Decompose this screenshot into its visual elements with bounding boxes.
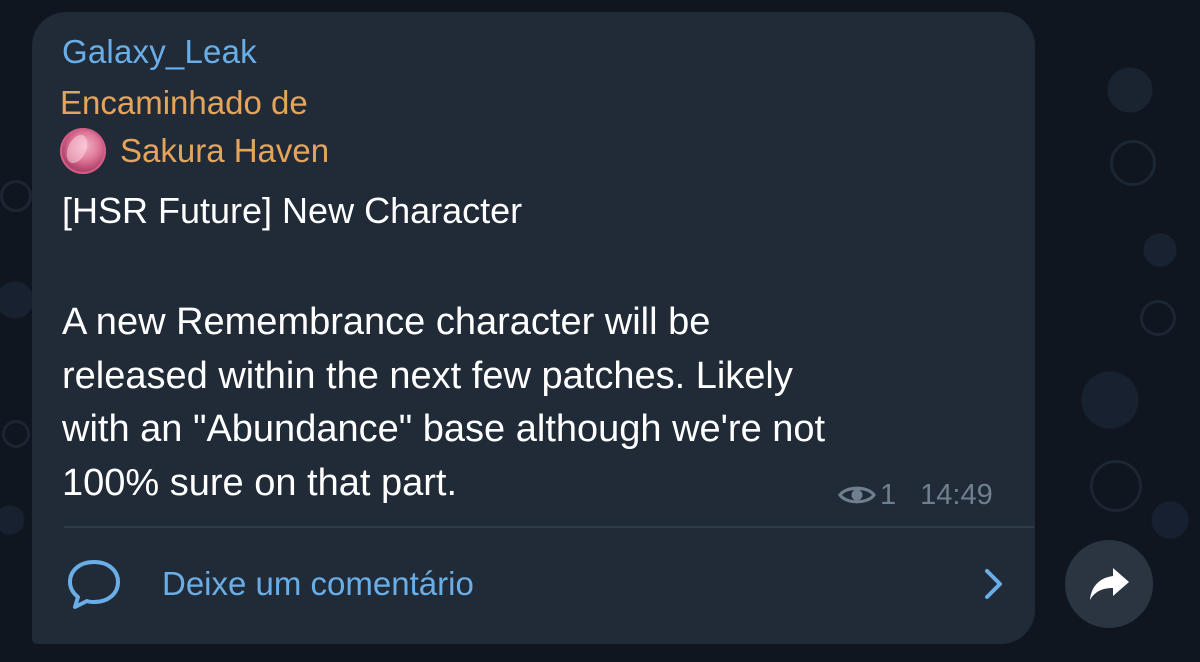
message-title: [HSR Future] New Character (62, 190, 523, 231)
forwarded-source-name[interactable]: Sakura Haven (120, 132, 329, 170)
background-doodle (1090, 460, 1142, 512)
sender-name[interactable]: Galaxy_Leak (62, 33, 257, 71)
share-button[interactable] (1065, 540, 1153, 628)
message-body-line: A new Remembrance character will be (62, 301, 711, 343)
forwarded-source-avatar[interactable] (60, 128, 106, 174)
forwarded-label: Encaminhado de (60, 84, 308, 121)
background-doodle (1140, 300, 1176, 336)
comment-divider (64, 526, 1034, 528)
eye-icon (838, 486, 876, 504)
leave-comment-button[interactable]: Deixe um comentário (64, 548, 1006, 620)
leave-comment-label[interactable]: Deixe um comentário (162, 565, 982, 603)
comment-bubble-icon (68, 560, 120, 609)
background-doodle (2, 420, 30, 448)
message-body-line: with an "Abundance" base although we're … (62, 408, 826, 450)
view-count: 1 (880, 478, 897, 511)
forwarded-source[interactable]: Sakura Haven (60, 128, 329, 174)
background-doodle (1110, 140, 1156, 186)
chevron-right-icon[interactable] (982, 566, 1006, 602)
message-body-line: released within the next few patches. Li… (62, 354, 793, 397)
share-arrow-icon (1090, 568, 1129, 600)
message-meta: 1 14:49 (838, 476, 993, 514)
message-time: 14:49 (920, 478, 993, 511)
background-doodle (0, 180, 32, 212)
